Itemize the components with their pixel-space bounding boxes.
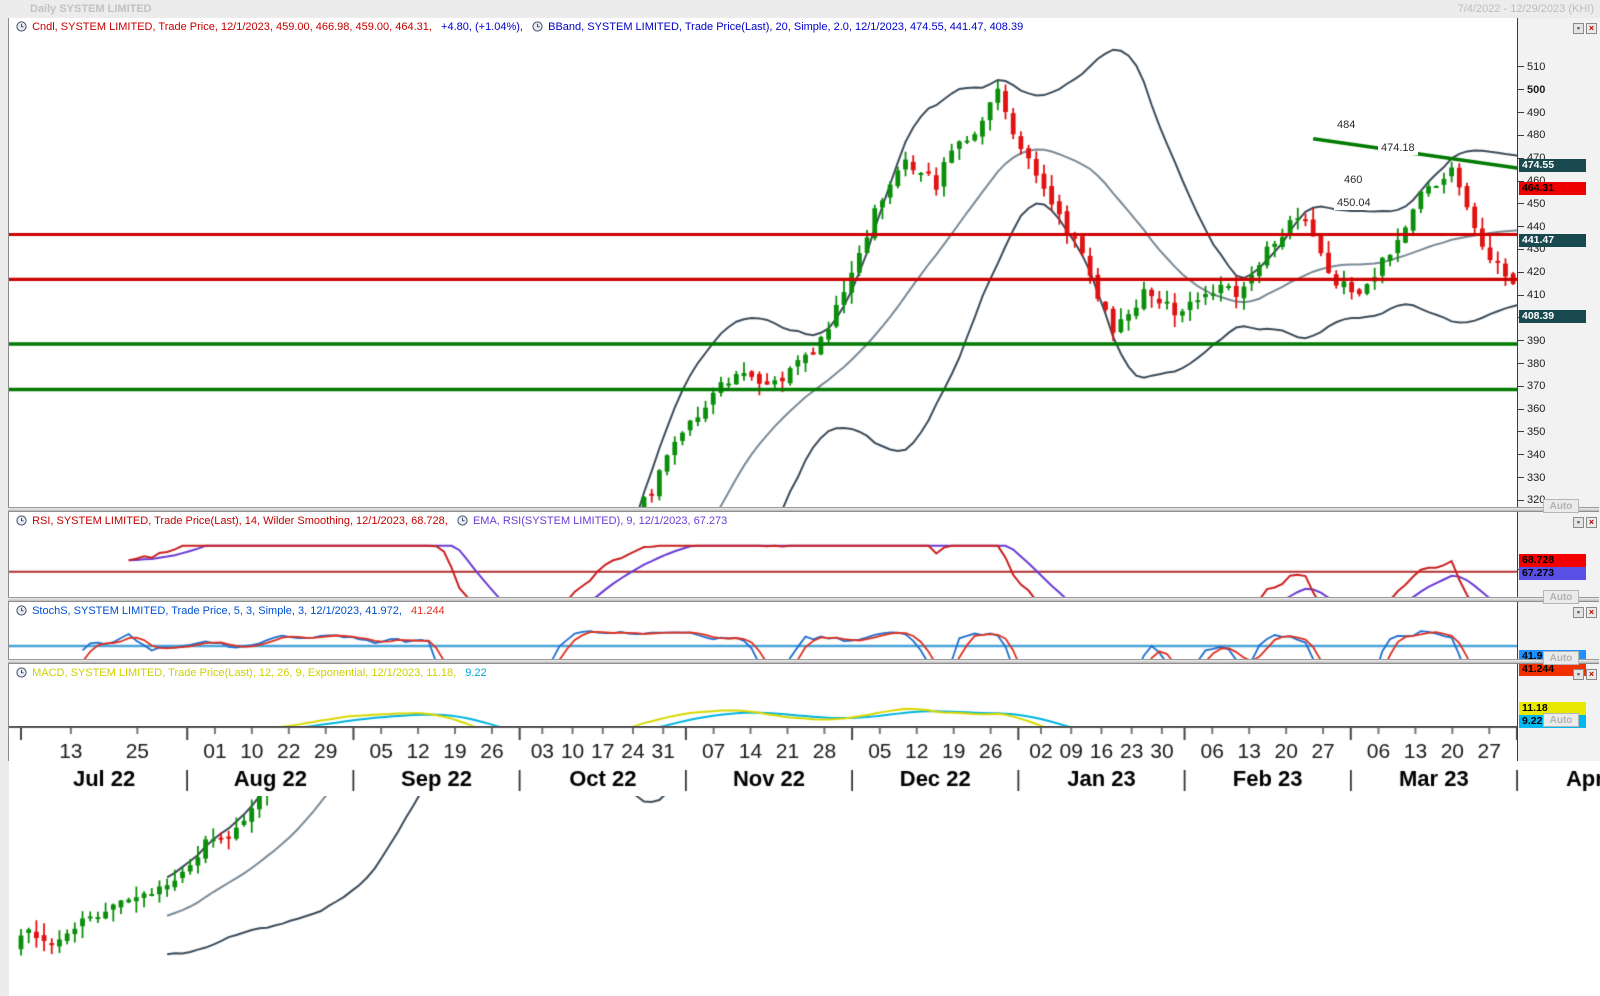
axis-value-badge: 67.273 — [1519, 567, 1586, 580]
legend-change-value: +4.80, (+1.04%), — [441, 21, 523, 33]
legend-rsi-ema-series[interactable]: EMA, RSI(SYSTEM LIMITED), 9, 12/1/2023, … — [473, 515, 727, 527]
legend-stoch-series[interactable]: StochS, SYSTEM LIMITED, Trade Price, 5, … — [32, 605, 402, 617]
axis-tick-label: 380 — [1518, 357, 1545, 370]
axis-tick-label: 420 — [1518, 266, 1545, 279]
clock-icon — [16, 605, 27, 616]
minimize-panel-icon[interactable]: ▪ — [1573, 669, 1584, 680]
auto-scale-button[interactable]: Auto — [1543, 713, 1579, 727]
axis-tick-label: 450 — [1518, 197, 1545, 210]
clock-icon — [16, 667, 27, 678]
axis-tick-label: 480 — [1518, 129, 1545, 142]
axis-tick-label: 440 — [1518, 220, 1545, 233]
axis-value-badge: 408.39 — [1519, 310, 1586, 323]
axis-value-badge: 68.728 — [1519, 554, 1586, 567]
close-panel-icon[interactable]: × — [1586, 669, 1597, 680]
axis-tick-label: 350 — [1518, 425, 1545, 438]
clock-icon — [532, 21, 543, 32]
rsi-panel-controls: ▪ × — [1573, 517, 1597, 528]
axis-tick-label: 500 — [1518, 83, 1545, 96]
rsi-panel-legend: RSI, SYSTEM LIMITED, Trade Price(Last), … — [16, 515, 727, 528]
axis-tick-label: 340 — [1518, 448, 1545, 461]
chart-application: Daily SYSTEM LIMITED 7/4/2022 - 12/29/20… — [0, 0, 1600, 770]
chart-title: Daily SYSTEM LIMITED — [30, 3, 152, 15]
panel-splitter[interactable] — [8, 597, 1599, 602]
clock-icon — [457, 515, 468, 526]
clock-icon — [16, 515, 27, 526]
axis-tick-label: 510 — [1518, 60, 1545, 73]
legend-macd-signal-value: 9.22 — [465, 667, 486, 679]
minimize-panel-icon[interactable]: ▪ — [1573, 23, 1584, 34]
auto-scale-button[interactable]: Auto — [1543, 499, 1579, 513]
legend-bband-series[interactable]: BBand, SYSTEM LIMITED, Trade Price(Last)… — [548, 21, 1023, 33]
time-axis[interactable] — [9, 726, 1600, 796]
auto-scale-button[interactable]: Auto — [1543, 651, 1579, 665]
axis-tick-label: 330 — [1518, 471, 1545, 484]
axis-tick-label: 410 — [1518, 289, 1545, 302]
legend-stoch-d-value: 41.244 — [411, 605, 445, 617]
panel-splitter[interactable] — [8, 659, 1599, 664]
close-panel-icon[interactable]: × — [1586, 517, 1597, 528]
axis-value-badge: 464.31 — [1519, 182, 1586, 195]
axis-value-badge: 474.55 — [1519, 159, 1586, 172]
legend-rsi-series[interactable]: RSI, SYSTEM LIMITED, Trade Price(Last), … — [32, 515, 448, 527]
main-panel-controls: ▪ × — [1573, 23, 1597, 34]
axis-tick-label: 390 — [1518, 334, 1545, 347]
date-range-label: 7/4/2022 - 12/29/2023 (KHI) — [1458, 3, 1594, 15]
stoch-panel-controls: ▪ × — [1573, 607, 1597, 618]
minimize-panel-icon[interactable]: ▪ — [1573, 517, 1584, 528]
main-chart-legend: Cndl, SYSTEM LIMITED, Trade Price, 12/1/… — [16, 21, 1023, 34]
macd-panel-legend: MACD, SYSTEM LIMITED, Trade Price(Last),… — [16, 667, 487, 680]
axis-value-badge: 441.47 — [1519, 234, 1586, 247]
title-bar: Daily SYSTEM LIMITED 7/4/2022 - 12/29/20… — [0, 0, 1600, 18]
macd-panel-controls: ▪ × — [1573, 669, 1597, 680]
axis-tick-label: 490 — [1518, 106, 1545, 119]
legend-candle-series[interactable]: Cndl, SYSTEM LIMITED, Trade Price, 12/1/… — [32, 21, 432, 33]
minimize-panel-icon[interactable]: ▪ — [1573, 607, 1584, 618]
legend-macd-series[interactable]: MACD, SYSTEM LIMITED, Trade Price(Last),… — [32, 667, 456, 679]
close-panel-icon[interactable]: × — [1586, 607, 1597, 618]
stochastic-panel-legend: StochS, SYSTEM LIMITED, Trade Price, 5, … — [16, 605, 445, 618]
value-axis-strip[interactable]: 5105004904804704604504404304204104003903… — [1517, 18, 1600, 761]
close-panel-icon[interactable]: × — [1586, 23, 1597, 34]
panel-splitter[interactable] — [8, 507, 1599, 512]
clock-icon — [16, 21, 27, 32]
axis-tick-label: 320 — [1518, 494, 1545, 507]
auto-scale-button[interactable]: Auto — [1543, 590, 1579, 604]
axis-tick-label: 360 — [1518, 403, 1545, 416]
axis-tick-label: 370 — [1518, 380, 1545, 393]
